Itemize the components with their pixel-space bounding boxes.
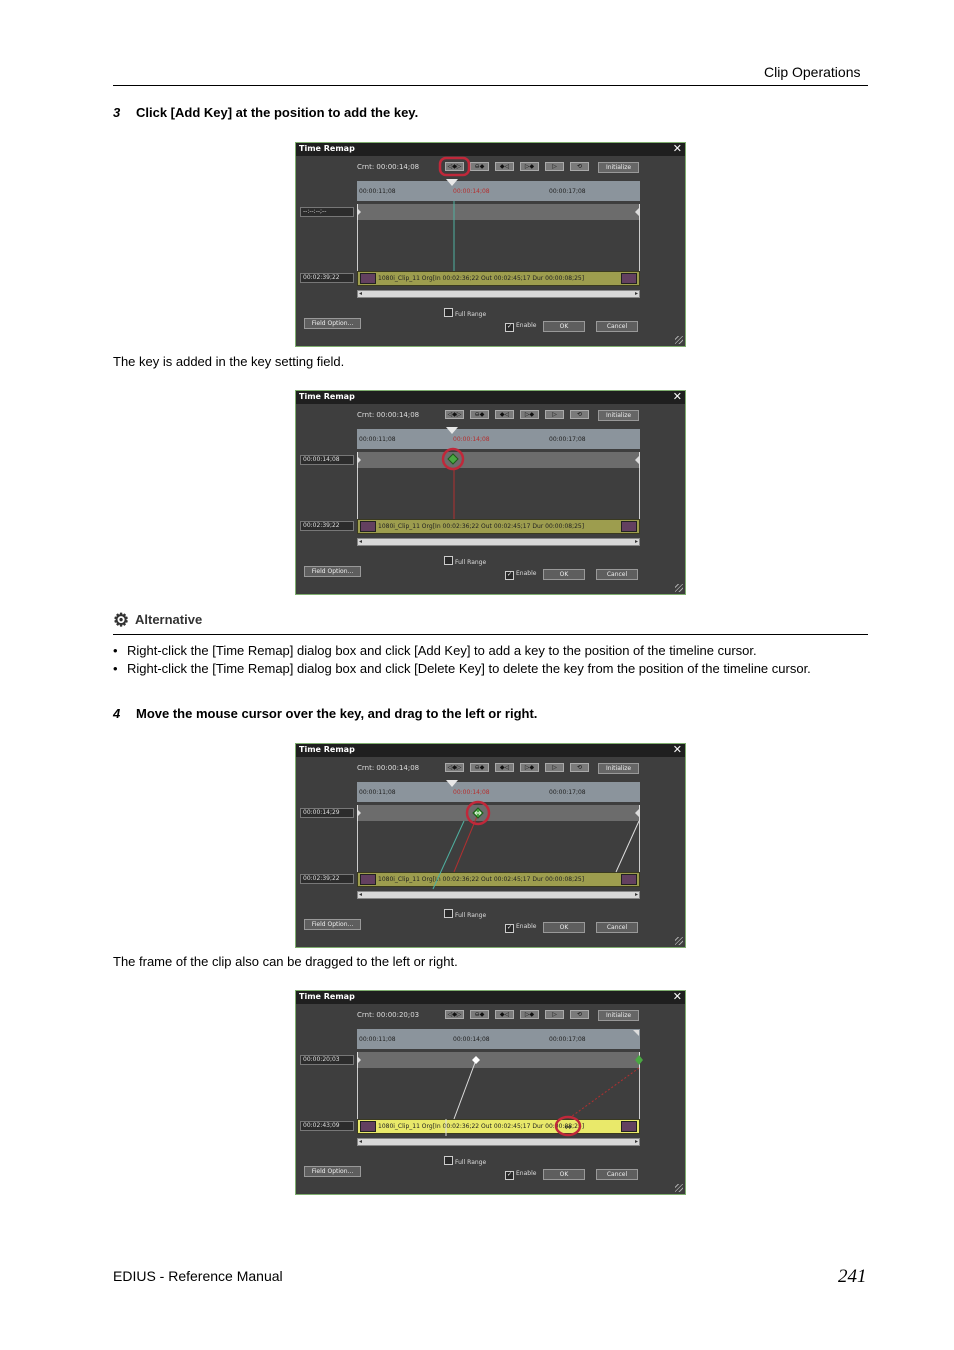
alternative-heading: ⚙ Alternative — [113, 610, 203, 630]
time-remap-dialog-3: Time Remap ✕ Crnt: 00:00:14;08 ◁◆▷ ⊖◆ ◆◁… — [295, 743, 686, 948]
time-remap-dialog-2: Time Remap ✕ Crnt: 00:00:14;08 ◁◆▷ ⊖◆ ◆◁… — [295, 390, 686, 595]
alternative-list: Right-click the [Time Remap] dialog box … — [113, 642, 853, 678]
dialog-overlay — [357, 156, 639, 271]
section-title: Clip Operations — [764, 64, 861, 80]
step-number: 4 — [113, 706, 121, 721]
step-3: 3 Click [Add Key] at the position to add … — [113, 105, 418, 120]
list-item: Right-click the [Time Remap] dialog box … — [113, 660, 853, 678]
step-4: 4 Move the mouse cursor over the key, and… — [113, 706, 537, 721]
caption-key-added: The key is added in the key setting fiel… — [113, 354, 345, 369]
list-item: Right-click the [Time Remap] dialog box … — [113, 642, 853, 660]
key-diamond-icon — [447, 453, 459, 465]
key-diamond-icon — [472, 1056, 480, 1064]
highlight-add-key — [438, 156, 471, 177]
footer-manual-title: EDIUS - Reference Manual — [113, 1268, 283, 1284]
step-text: Move the mouse cursor over the key, and … — [136, 706, 538, 721]
header-divider — [113, 85, 868, 86]
caption-clip-drag: The frame of the clip also can be dragge… — [113, 954, 458, 969]
dialog-overlay — [357, 447, 639, 519]
time-remap-dialog-4: Time Remap ✕ Crnt: 00:00:20;03 ◁◆▷ ⊖◆ ◆◁… — [295, 990, 686, 1195]
time-remap-dialog-1: Time Remap ✕ Crnt: 00:00:14;08 ◁◆▷ ⊖◆ ◆◁… — [295, 142, 686, 347]
end-key-icon — [635, 1055, 643, 1065]
drag-cursor-icon: ⇔ — [474, 809, 482, 819]
dialog-overlay: ⇔ — [357, 800, 640, 890]
drag-cursor-icon: ⇔ — [564, 1123, 572, 1133]
gear-icon: ⚙ — [113, 610, 130, 630]
dialog-overlay: ⇔ — [357, 1030, 643, 1137]
step-text: Click [Add Key] at the position to add t… — [136, 105, 419, 120]
alternative-divider — [113, 634, 868, 635]
page-number: 241 — [838, 1266, 867, 1287]
step-number: 3 — [113, 105, 121, 120]
